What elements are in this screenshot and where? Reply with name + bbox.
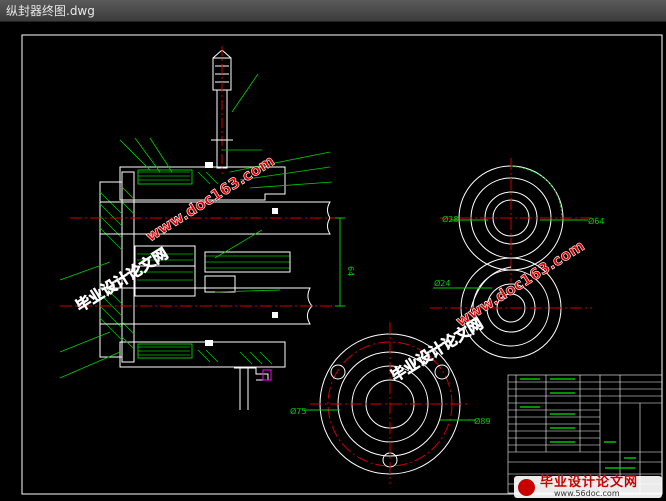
dim-d24-label: Ø24 [434, 278, 450, 288]
cam-view-upper: Ø28 Ø64 [440, 158, 604, 282]
cad-drawing-canvas[interactable]: 64 Ø28 Ø64 Ø24 Ø75 Ø89 www.doc163.com 毕业… [0, 22, 666, 501]
window-title-bar: 纵封器终图.dwg [0, 0, 666, 22]
dim-d75-label: Ø75 [290, 406, 306, 416]
drawing-viewport[interactable]: 64 Ø28 Ø64 Ø24 Ø75 Ø89 www.doc163.com 毕业… [0, 22, 666, 501]
dim-64-label: 64 [346, 266, 355, 276]
window-title: 纵封器终图.dwg [6, 4, 95, 18]
dim-d64-label: Ø64 [588, 216, 604, 226]
site-logo: 毕业设计论文网 www.56doc.com [514, 476, 662, 498]
dim-d28-label: Ø28 [442, 214, 458, 224]
dim-d89-label: Ø89 [474, 416, 490, 426]
flange-view: Ø75 Ø89 [290, 322, 490, 484]
site-logo-name: 毕业设计论文网 [540, 475, 639, 490]
watermark-cn-2: 毕业设计论文网 [388, 314, 487, 385]
site-logo-icon [518, 479, 535, 496]
site-logo-url: www.56doc.com [554, 489, 620, 498]
title-block-fill [520, 378, 636, 469]
section-view: 64 [59, 46, 355, 410]
watermark-layer: www.doc163.com 毕业设计论文网 www.doc163.com 毕业… [72, 151, 588, 385]
